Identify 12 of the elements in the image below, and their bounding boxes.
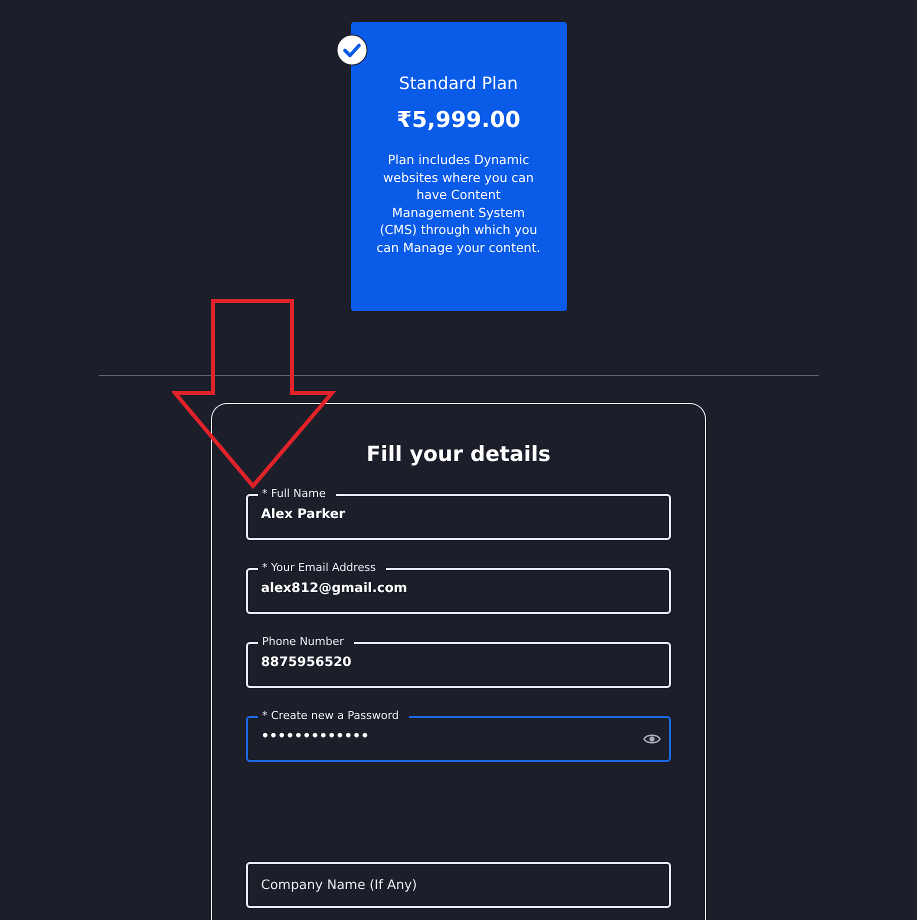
plan-description: Plan includes Dynamic websites where you can have Content Management System (CMS) through which you can Manage your content. <box>376 151 542 257</box>
plan-title: Standard Plan <box>399 74 518 94</box>
field-label: * Your Email Address <box>258 561 386 574</box>
check-icon <box>336 34 368 66</box>
field-label: * Create new a Password <box>258 709 409 722</box>
form-title: Fill your details <box>365 442 552 466</box>
plan-card[interactable]: Standard Plan ₹5,999.00 Plan includes Dynamic websites where you can have Content Management System (CMS) through which you can Manage your content. <box>350 22 566 311</box>
eye-icon[interactable] <box>643 733 661 745</box>
field-label: Phone Number <box>258 635 354 648</box>
field-label: * Full Name <box>258 487 336 500</box>
plan-price: ₹5,999.00 <box>396 108 520 133</box>
input-field[interactable]: Company Name (If Any) <box>246 862 671 908</box>
